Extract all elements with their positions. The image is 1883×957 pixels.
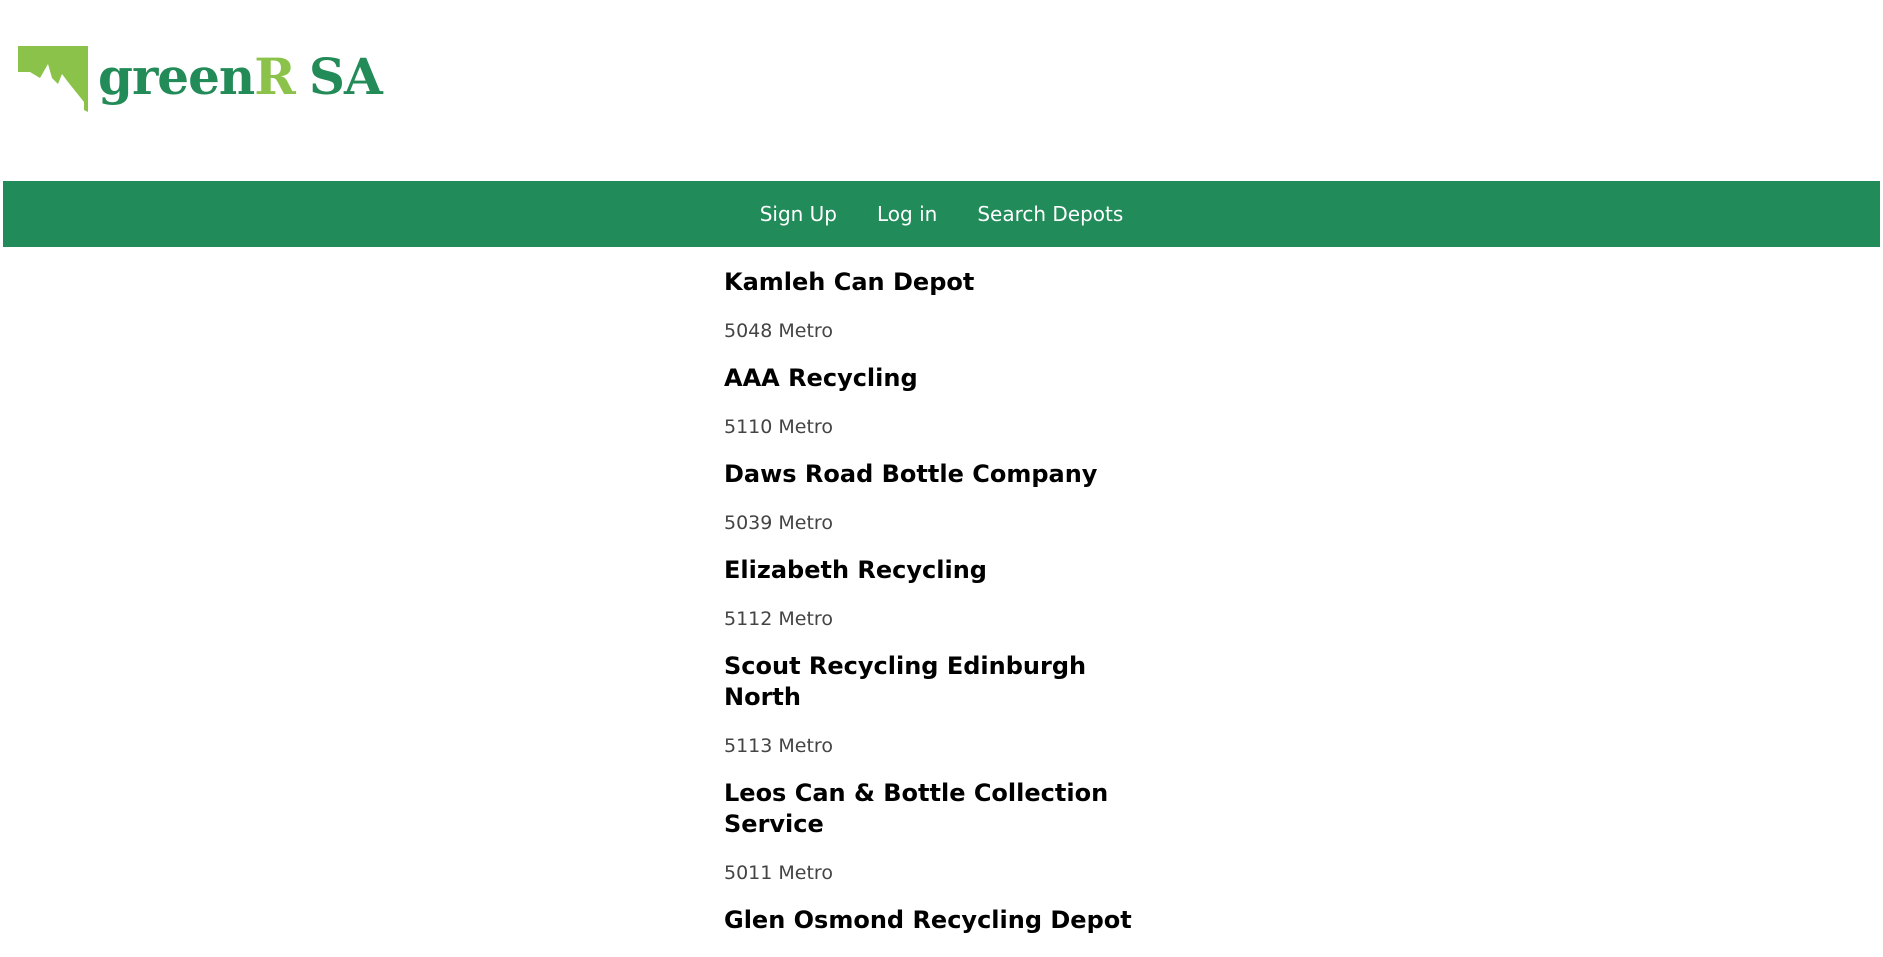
depot-list: Kamleh Can Depot 5048 Metro AAA Recyclin… xyxy=(724,247,1164,957)
depot-postcode-region: 5113 Metro xyxy=(724,735,833,757)
depot-name[interactable]: Glen Osmond Recycling Depot xyxy=(724,905,1164,936)
depot-postcode-region: 5048 Metro xyxy=(724,320,833,342)
brand-wordmark: greenR SA xyxy=(98,52,383,102)
depot-item: Daws Road Bottle Company 5039 Metro xyxy=(724,459,1164,535)
main-navbar: Sign Up Log in Search Depots xyxy=(3,181,1880,247)
south-australia-map-icon xyxy=(18,44,90,116)
depot-name[interactable]: AAA Recycling xyxy=(724,363,1164,394)
depot-name[interactable]: Kamleh Can Depot xyxy=(724,267,1164,298)
nav-search-depots-link[interactable]: Search Depots xyxy=(957,181,1143,247)
nav-links: Sign Up Log in Search Depots xyxy=(740,181,1144,247)
depot-postcode-region: 5011 Metro xyxy=(724,862,833,884)
depot-name[interactable]: Leos Can & Bottle Collection Service xyxy=(724,778,1164,840)
depot-postcode-region: 5039 Metro xyxy=(724,512,833,534)
brand-name-accent: R xyxy=(254,47,296,106)
depot-item: Scout Recycling Edinburgh North 5113 Met… xyxy=(724,651,1164,758)
depot-item: Glen Osmond Recycling Depot xyxy=(724,905,1164,936)
depot-item: Elizabeth Recycling 5112 Metro xyxy=(724,555,1164,631)
nav-log-in-link[interactable]: Log in xyxy=(857,181,957,247)
depot-postcode-region: 5112 Metro xyxy=(724,608,833,630)
logo-link[interactable]: greenR SA xyxy=(18,44,383,116)
brand-name-suffix: SA xyxy=(308,47,383,106)
depot-name[interactable]: Elizabeth Recycling xyxy=(724,555,1164,586)
nav-sign-up-link[interactable]: Sign Up xyxy=(740,181,857,247)
brand-name-main: green xyxy=(98,47,255,106)
depot-item: Kamleh Can Depot 5048 Metro xyxy=(724,267,1164,343)
depot-postcode-region: 5110 Metro xyxy=(724,416,833,438)
depot-name[interactable]: Daws Road Bottle Company xyxy=(724,459,1164,490)
depot-item: Leos Can & Bottle Collection Service 501… xyxy=(724,778,1164,885)
depot-name[interactable]: Scout Recycling Edinburgh North xyxy=(724,651,1164,713)
site-header: greenR SA xyxy=(0,0,1883,181)
depot-item: AAA Recycling 5110 Metro xyxy=(724,363,1164,439)
